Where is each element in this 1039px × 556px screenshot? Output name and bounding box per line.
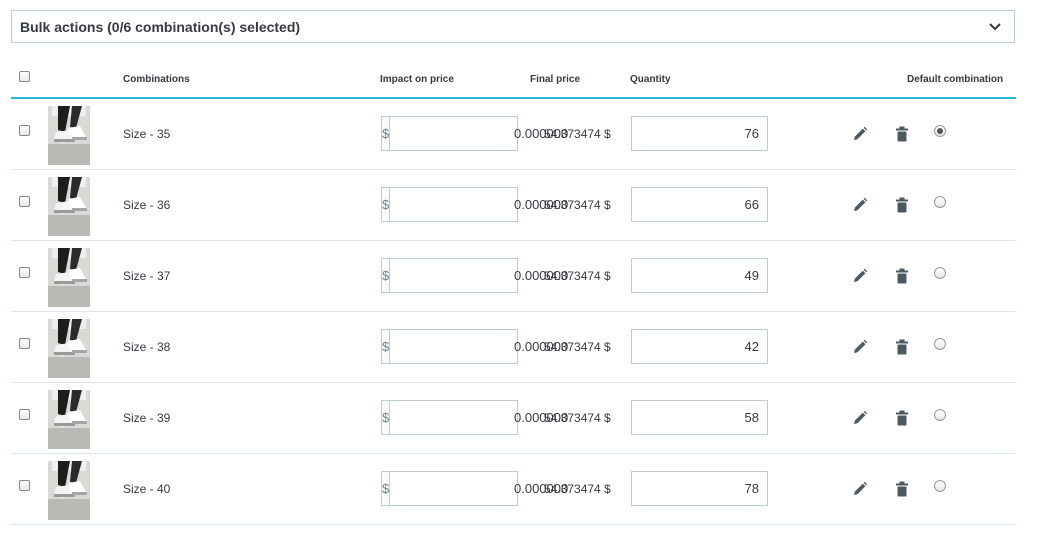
table-row: Size - 39 $54.373474 $	[11, 383, 1016, 454]
impact-on-price-field: $	[381, 187, 577, 222]
bulk-actions-dropdown[interactable]: Bulk actions (0/6 combination(s) selecte…	[11, 10, 1015, 43]
currency-addon: $	[382, 259, 391, 292]
combination-thumbnail	[48, 461, 90, 520]
pencil-icon[interactable]	[852, 481, 868, 497]
impact-on-price-field: $	[381, 116, 577, 151]
column-header-impact-on-price: Impact on price	[380, 74, 454, 85]
currency-addon: $	[382, 188, 391, 221]
table-row: Size - 37 $54.373474 $	[11, 241, 1016, 312]
impact-on-price-field: $	[381, 400, 577, 435]
trash-icon[interactable]	[895, 126, 909, 142]
combination-thumbnail	[48, 319, 90, 378]
row-select-checkbox[interactable]	[19, 480, 30, 491]
final-price-value: 54.373474 $	[544, 411, 611, 425]
column-header-default-combination: Default combination	[907, 74, 1004, 85]
default-combination-radio[interactable]	[934, 338, 946, 350]
quantity-input[interactable]	[631, 329, 768, 364]
combination-thumbnail	[48, 106, 90, 165]
combination-thumbnail	[48, 177, 90, 236]
row-select-checkbox[interactable]	[19, 338, 30, 349]
default-combination-radio[interactable]	[934, 196, 946, 208]
row-select-checkbox[interactable]	[19, 267, 30, 278]
bulk-actions-label: Bulk actions (0/6 combination(s) selecte…	[20, 18, 301, 35]
table-row: Size - 36 $54.373474 $	[11, 170, 1016, 241]
pencil-icon[interactable]	[852, 126, 868, 142]
pencil-icon[interactable]	[852, 197, 868, 213]
impact-on-price-field: $	[381, 258, 577, 293]
table-row: Size - 40 $54.373474 $	[11, 454, 1016, 525]
combination-thumbnail	[48, 390, 90, 449]
trash-icon[interactable]	[895, 410, 909, 426]
combination-name: Size - 37	[123, 269, 171, 283]
final-price-value: 54.373474 $	[544, 482, 611, 496]
pencil-icon[interactable]	[852, 410, 868, 426]
quantity-input[interactable]	[631, 258, 768, 293]
column-header-final-price: Final price	[530, 74, 581, 85]
row-select-checkbox[interactable]	[19, 196, 30, 207]
final-price-value: 54.373474 $	[544, 340, 611, 354]
combination-thumbnail	[48, 248, 90, 307]
table-row: Size - 35 $54.373474 $	[11, 99, 1016, 170]
row-select-checkbox[interactable]	[19, 409, 30, 420]
currency-addon: $	[382, 401, 391, 434]
row-select-checkbox[interactable]	[19, 125, 30, 136]
default-combination-radio[interactable]	[934, 267, 946, 279]
currency-addon: $	[382, 117, 391, 150]
chevron-down-icon	[989, 23, 1001, 31]
currency-addon: $	[382, 472, 391, 505]
quantity-input[interactable]	[631, 400, 768, 435]
default-combination-radio[interactable]	[934, 480, 946, 492]
final-price-value: 54.373474 $	[544, 269, 611, 283]
table-row: Size - 38 $54.373474 $	[11, 312, 1016, 383]
combination-name: Size - 38	[123, 340, 171, 354]
quantity-input[interactable]	[631, 471, 768, 506]
trash-icon[interactable]	[895, 268, 909, 284]
combination-name: Size - 40	[123, 482, 171, 496]
trash-icon[interactable]	[895, 481, 909, 497]
select-all-checkbox[interactable]	[19, 71, 30, 82]
currency-addon: $	[382, 330, 391, 363]
impact-on-price-field: $	[381, 471, 577, 506]
final-price-value: 54.373474 $	[544, 198, 611, 212]
combination-name: Size - 36	[123, 198, 171, 212]
column-header-quantity: Quantity	[630, 74, 671, 85]
pencil-icon[interactable]	[852, 339, 868, 355]
combination-name: Size - 35	[123, 127, 171, 141]
trash-icon[interactable]	[895, 339, 909, 355]
combination-name: Size - 39	[123, 411, 171, 425]
default-combination-radio[interactable]	[934, 125, 946, 137]
impact-on-price-field: $	[381, 329, 577, 364]
default-combination-radio[interactable]	[934, 409, 946, 421]
column-header-combinations: Combinations	[123, 74, 190, 85]
pencil-icon[interactable]	[852, 268, 868, 284]
final-price-value: 54.373474 $	[544, 127, 611, 141]
trash-icon[interactable]	[895, 197, 909, 213]
quantity-input[interactable]	[631, 116, 768, 151]
quantity-input[interactable]	[631, 187, 768, 222]
